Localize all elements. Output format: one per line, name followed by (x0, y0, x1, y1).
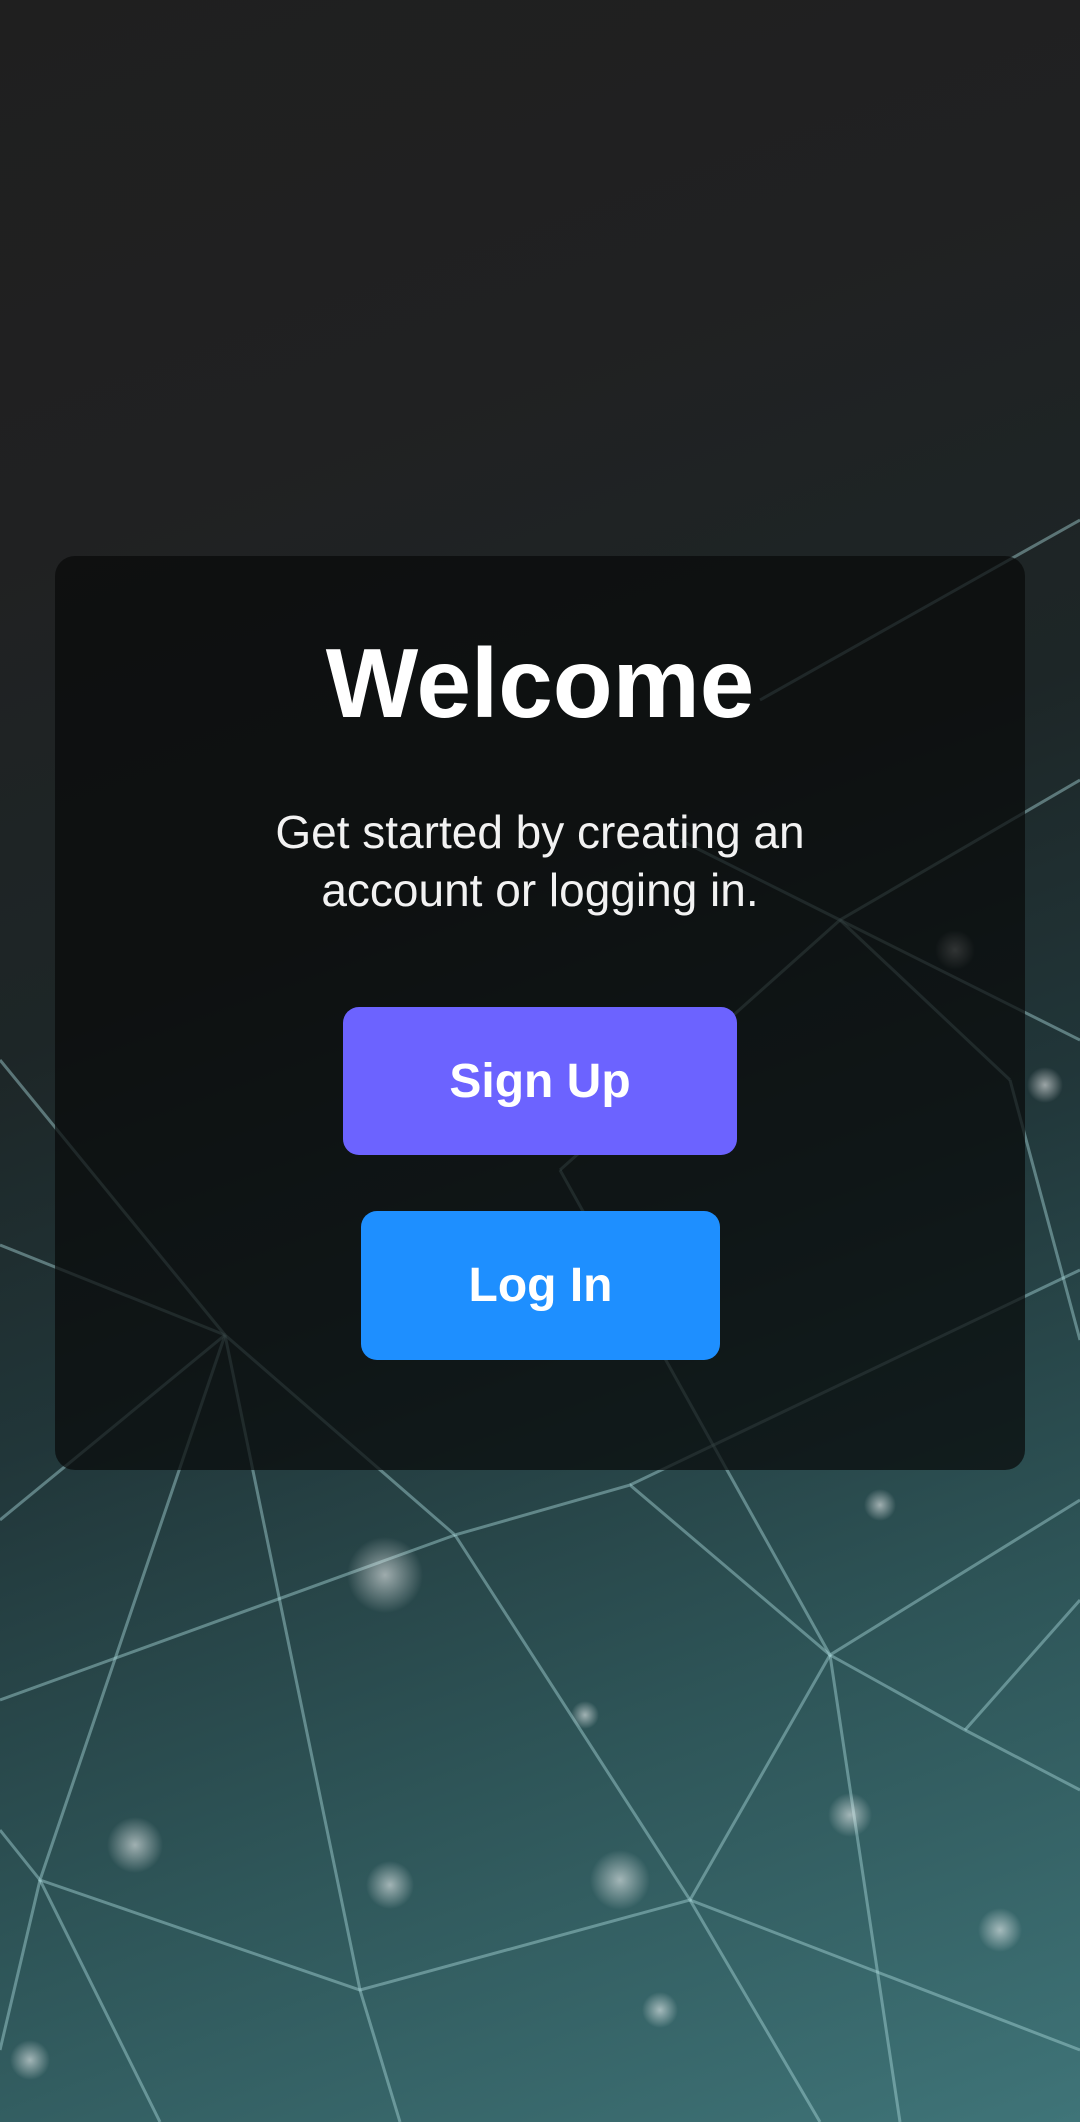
sign-up-label: Sign Up (449, 1054, 631, 1108)
welcome-subtitle: Get started by creating an account or lo… (275, 806, 805, 916)
log-in-label: Log In (468, 1259, 613, 1312)
log-in-button[interactable]: Log In (361, 1211, 720, 1360)
welcome-screen: Welcome Get started by creating an accou… (0, 0, 1080, 2122)
sign-up-button[interactable]: Sign Up (343, 1007, 737, 1155)
welcome-title: Welcome (325, 628, 755, 738)
